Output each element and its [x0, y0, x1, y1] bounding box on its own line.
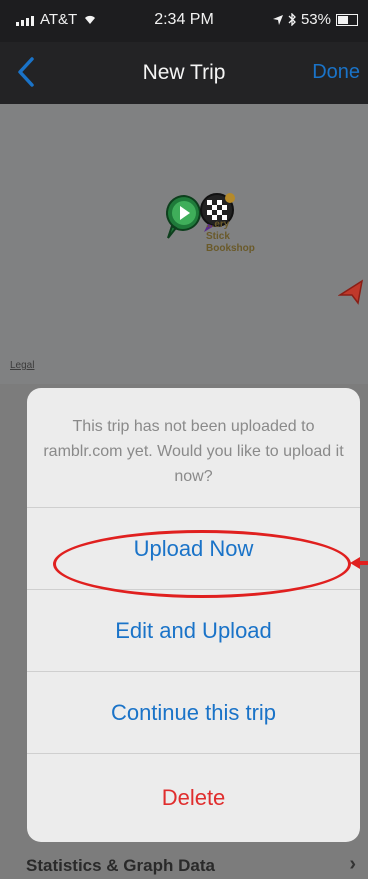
edit-and-upload-button[interactable]: Edit and Upload — [27, 590, 360, 672]
continue-trip-button[interactable]: Continue this trip — [27, 672, 360, 754]
battery-percent: 53% — [300, 11, 331, 28]
map-legal-link[interactable]: Legal — [10, 360, 34, 371]
bluetooth-icon — [288, 13, 296, 26]
status-bar: AT&T 2:34 PM 53% — [0, 0, 368, 42]
chevron-right-icon: › — [349, 853, 356, 875]
delete-button[interactable]: Delete — [27, 754, 360, 842]
current-location-arrow-icon — [338, 279, 364, 305]
map-poi-label: ...ery Stick Bookshop — [206, 219, 255, 254]
location-icon — [272, 14, 283, 25]
map-view[interactable]: ...ery Stick Bookshop Legal — [0, 104, 368, 384]
battery-icon — [336, 13, 358, 26]
status-right: 53% — [272, 11, 358, 28]
action-sheet-message: This trip has not been uploaded to rambl… — [27, 388, 360, 508]
statistics-label: Statistics & Graph Data — [26, 856, 215, 875]
upload-now-button[interactable]: Upload Now — [27, 508, 360, 590]
statistics-row[interactable]: Statistics & Graph Data › — [0, 850, 368, 879]
done-button[interactable]: Done — [312, 61, 360, 84]
phone-screen: AT&T 2:34 PM 53% New Trip Done ...ery St… — [0, 0, 368, 879]
upload-action-sheet: This trip has not been uploaded to rambl… — [27, 388, 360, 842]
nav-bar: New Trip Done — [0, 42, 368, 104]
